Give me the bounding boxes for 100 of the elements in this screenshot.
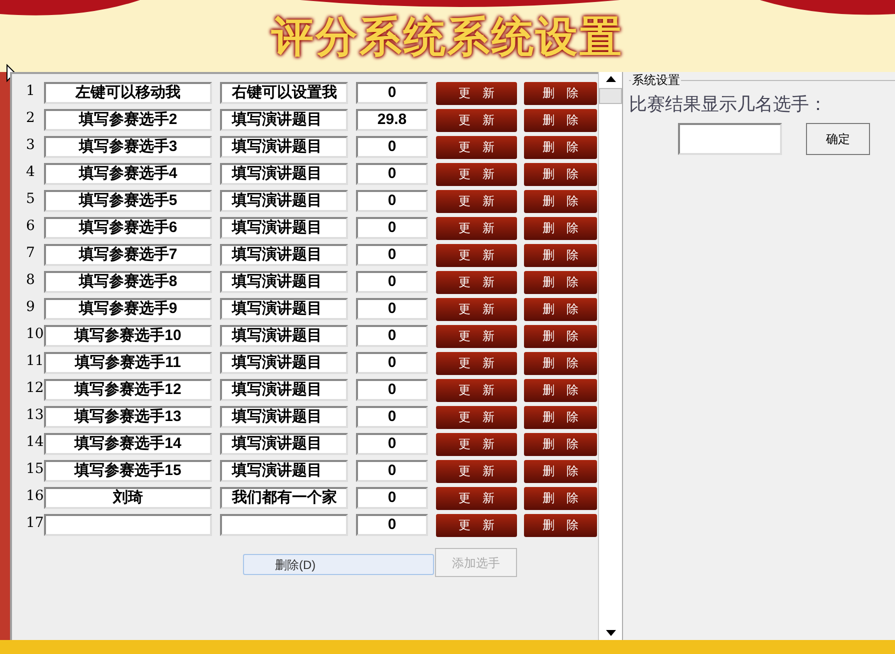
- update-button[interactable]: 更 新: [436, 298, 517, 320]
- score-field[interactable]: 0: [356, 82, 428, 104]
- delete-button[interactable]: 删 除: [524, 378, 597, 402]
- delete-button[interactable]: 删 除: [524, 162, 597, 186]
- update-button[interactable]: 更 新: [436, 216, 517, 240]
- update-button[interactable]: 更 新: [436, 270, 517, 294]
- player-name-field[interactable]: 刘琦: [44, 487, 212, 509]
- score-field[interactable]: 0: [356, 325, 428, 347]
- score-field[interactable]: 0: [356, 136, 428, 158]
- player-name-field[interactable]: 填写参赛选手6: [44, 217, 212, 239]
- update-button[interactable]: 更 新: [436, 244, 517, 266]
- scroll-thumb[interactable]: [599, 88, 622, 104]
- score-field[interactable]: 0: [356, 298, 428, 320]
- score-field[interactable]: 0: [356, 433, 428, 455]
- topic-field[interactable]: 填写演讲题目: [220, 325, 348, 347]
- row-number: 9: [25, 298, 36, 316]
- delete-button[interactable]: 删 除: [524, 82, 597, 104]
- score-field[interactable]: 29.8: [356, 109, 428, 131]
- player-name-field[interactable]: 填写参赛选手2: [44, 109, 212, 131]
- delete-button[interactable]: 删 除: [524, 270, 597, 294]
- player-name-field[interactable]: [44, 514, 212, 536]
- topic-field[interactable]: 填写演讲题目: [220, 352, 348, 374]
- scroll-down-icon[interactable]: [606, 630, 616, 636]
- topic-field[interactable]: 填写演讲题目: [220, 163, 348, 185]
- topic-field[interactable]: 填写演讲题目: [220, 379, 348, 401]
- topic-field[interactable]: 填写演讲题目: [220, 433, 348, 455]
- player-name-field[interactable]: 填写参赛选手8: [44, 271, 212, 293]
- confirm-button[interactable]: 确定: [806, 123, 870, 155]
- player-name-field[interactable]: 填写参赛选手4: [44, 163, 212, 185]
- topic-field[interactable]: [220, 514, 348, 536]
- score-field[interactable]: 0: [356, 406, 428, 428]
- delete-button[interactable]: 删 除: [524, 216, 597, 240]
- topic-field[interactable]: 我们都有一个家: [220, 487, 348, 509]
- delete-button[interactable]: 删 除: [524, 244, 597, 266]
- delete-button[interactable]: 删 除: [524, 514, 597, 536]
- update-button[interactable]: 更 新: [436, 136, 517, 158]
- score-field[interactable]: 0: [356, 487, 428, 509]
- topic-field[interactable]: 填写演讲题目: [220, 271, 348, 293]
- delete-button[interactable]: 删 除: [524, 298, 597, 320]
- score-field[interactable]: 0: [356, 244, 428, 266]
- player-name-field[interactable]: 填写参赛选手14: [44, 433, 212, 455]
- update-button[interactable]: 更 新: [436, 406, 517, 428]
- delete-button[interactable]: 删 除: [524, 324, 597, 348]
- player-name-field[interactable]: 填写参赛选手13: [44, 406, 212, 428]
- delete-button[interactable]: 删 除: [524, 136, 597, 158]
- topic-field[interactable]: 填写演讲题目: [220, 190, 348, 212]
- score-field[interactable]: 0: [356, 163, 428, 185]
- topic-field[interactable]: 填写演讲题目: [220, 217, 348, 239]
- player-name-field[interactable]: 填写参赛选手3: [44, 136, 212, 158]
- scroll-up-icon[interactable]: [606, 76, 616, 82]
- score-field[interactable]: 0: [356, 460, 428, 482]
- update-button[interactable]: 更 新: [436, 162, 517, 186]
- score-field[interactable]: 0: [356, 352, 428, 374]
- score-field[interactable]: 0: [356, 379, 428, 401]
- player-name-field[interactable]: 填写参赛选手15: [44, 460, 212, 482]
- row-number: 12: [25, 378, 44, 398]
- topic-field[interactable]: 填写演讲题目: [220, 460, 348, 482]
- delete-button[interactable]: 删 除: [524, 460, 597, 482]
- topic-field[interactable]: 右键可以设置我: [220, 82, 348, 104]
- update-button[interactable]: 更 新: [436, 324, 517, 348]
- delete-button[interactable]: 删 除: [524, 406, 597, 428]
- count-input[interactable]: [678, 123, 782, 155]
- score-field[interactable]: 0: [356, 217, 428, 239]
- group-title: 系统设置: [631, 73, 681, 87]
- delete-bar[interactable]: 删除(D): [243, 554, 434, 575]
- player-name-field[interactable]: 左键可以移动我: [44, 82, 212, 104]
- update-button[interactable]: 更 新: [436, 82, 517, 104]
- player-name-field[interactable]: 填写参赛选手12: [44, 379, 212, 401]
- player-name-field[interactable]: 填写参赛选手5: [44, 190, 212, 212]
- topic-field[interactable]: 填写演讲题目: [220, 109, 348, 131]
- delete-button[interactable]: 删 除: [524, 190, 597, 212]
- player-name-field[interactable]: 填写参赛选手9: [44, 298, 212, 320]
- update-button[interactable]: 更 新: [436, 460, 517, 482]
- topic-field[interactable]: 填写演讲题目: [220, 406, 348, 428]
- update-button[interactable]: 更 新: [436, 190, 517, 212]
- app-title: 评分系统系统设置: [272, 12, 624, 62]
- delete-button[interactable]: 删 除: [524, 352, 597, 374]
- score-field[interactable]: 0: [356, 190, 428, 212]
- row-number: 8: [25, 270, 36, 290]
- topic-field[interactable]: 填写演讲题目: [220, 298, 348, 320]
- update-button[interactable]: 更 新: [436, 514, 517, 536]
- score-field[interactable]: 0: [356, 514, 428, 536]
- delete-button[interactable]: 删 除: [524, 432, 597, 456]
- topic-field[interactable]: 填写演讲题目: [220, 244, 348, 266]
- update-button[interactable]: 更 新: [436, 378, 517, 402]
- update-button[interactable]: 更 新: [436, 486, 517, 510]
- update-button[interactable]: 更 新: [436, 108, 517, 132]
- player-name-field[interactable]: 填写参赛选手7: [44, 244, 212, 266]
- topic-field[interactable]: 填写演讲题目: [220, 136, 348, 158]
- scrollbar[interactable]: [598, 72, 622, 640]
- row-number: 5: [25, 190, 36, 208]
- player-name-field[interactable]: 填写参赛选手11: [44, 352, 212, 374]
- score-field[interactable]: 0: [356, 271, 428, 293]
- delete-button[interactable]: 删 除: [524, 486, 597, 510]
- delete-button[interactable]: 删 除: [524, 108, 597, 132]
- update-button[interactable]: 更 新: [436, 432, 517, 456]
- update-button[interactable]: 更 新: [436, 352, 517, 374]
- prompt-label: 比赛结果显示几名选手：: [629, 93, 828, 115]
- row-number: 4: [25, 162, 36, 182]
- player-name-field[interactable]: 填写参赛选手10: [44, 325, 212, 347]
